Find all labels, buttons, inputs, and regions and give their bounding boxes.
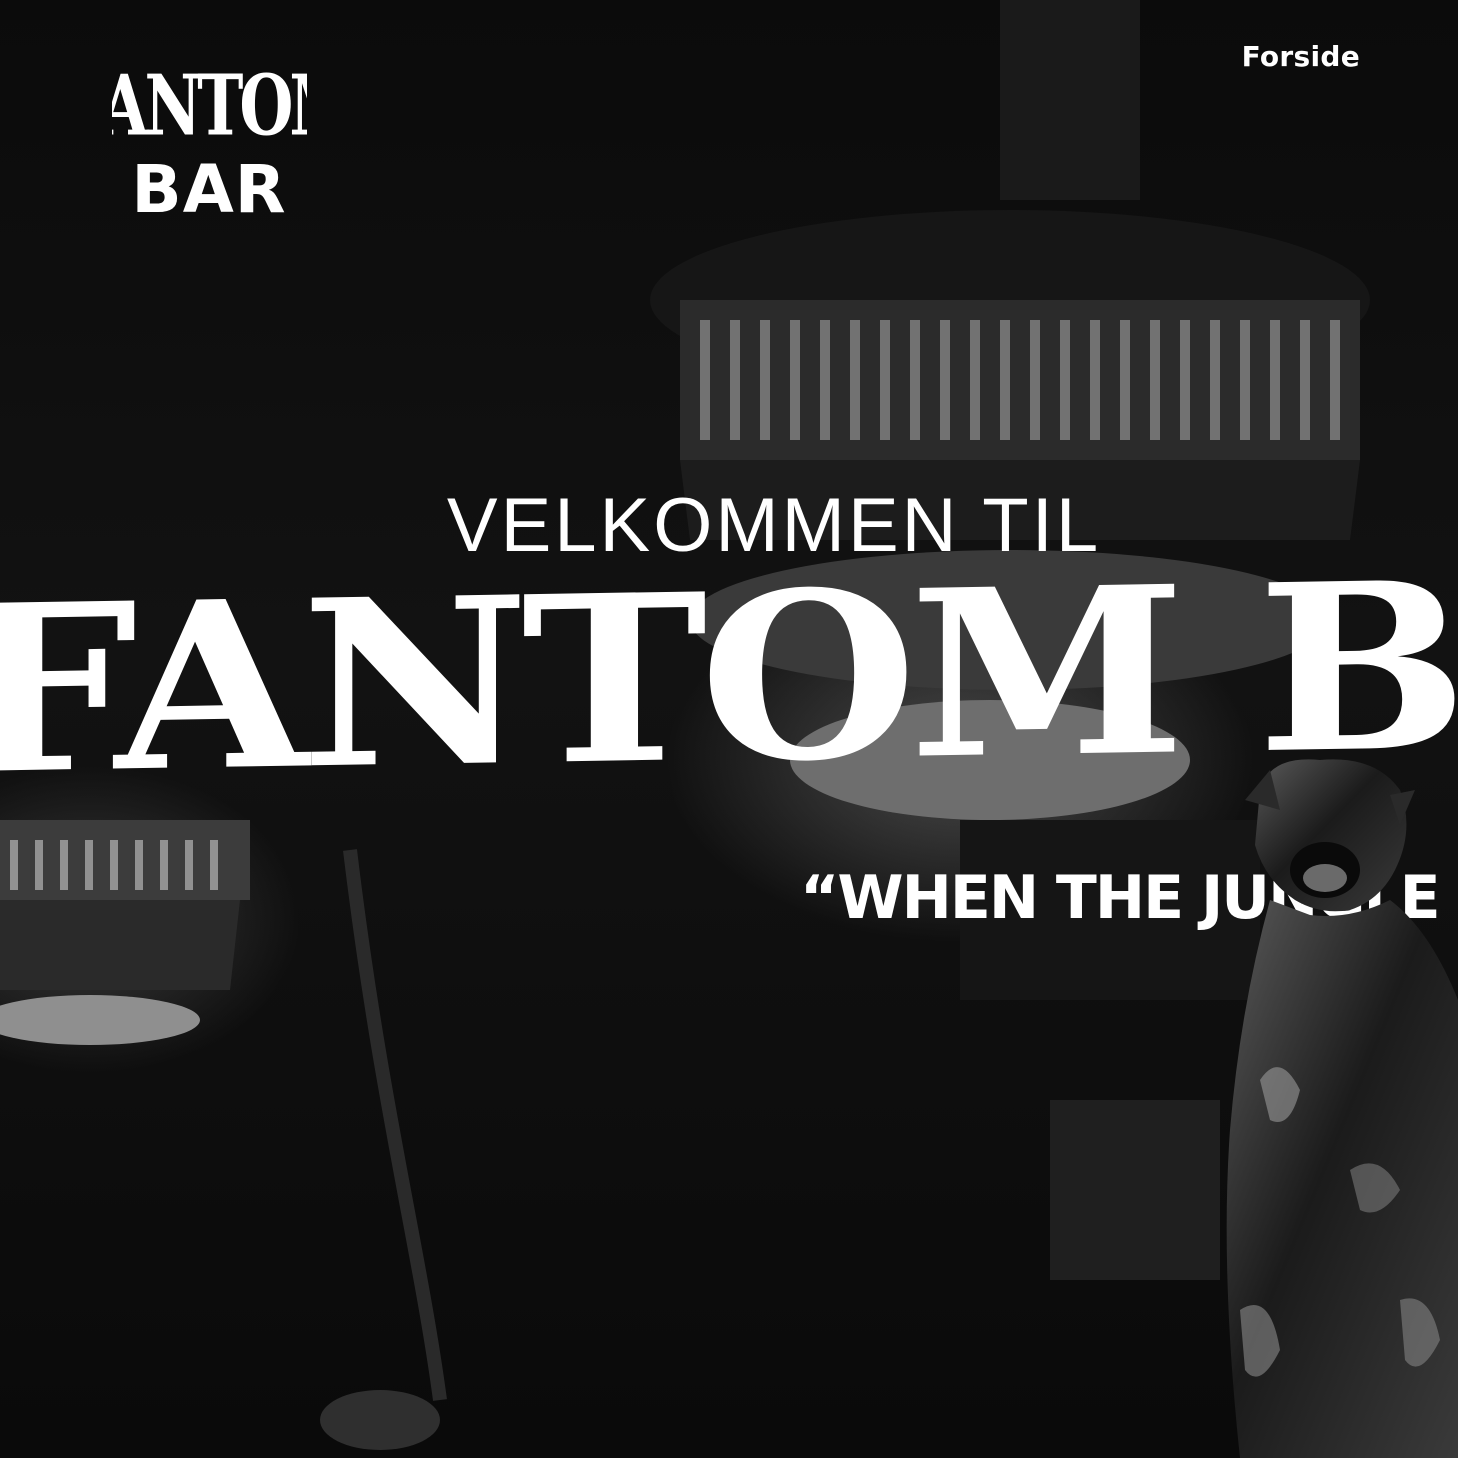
nav-forside-link[interactable]: Forside <box>1242 40 1360 73</box>
svg-text:FANTOM: FANTOM <box>112 57 307 155</box>
fantom-bar-logo[interactable]: FANTOM BAR <box>112 40 307 220</box>
page: FANTOM BAR Forside VELKOMMEN TIL FANTOM … <box>0 0 1458 1458</box>
svg-text:BAR: BAR <box>131 151 286 220</box>
panther-statue-image <box>1200 750 1458 1458</box>
